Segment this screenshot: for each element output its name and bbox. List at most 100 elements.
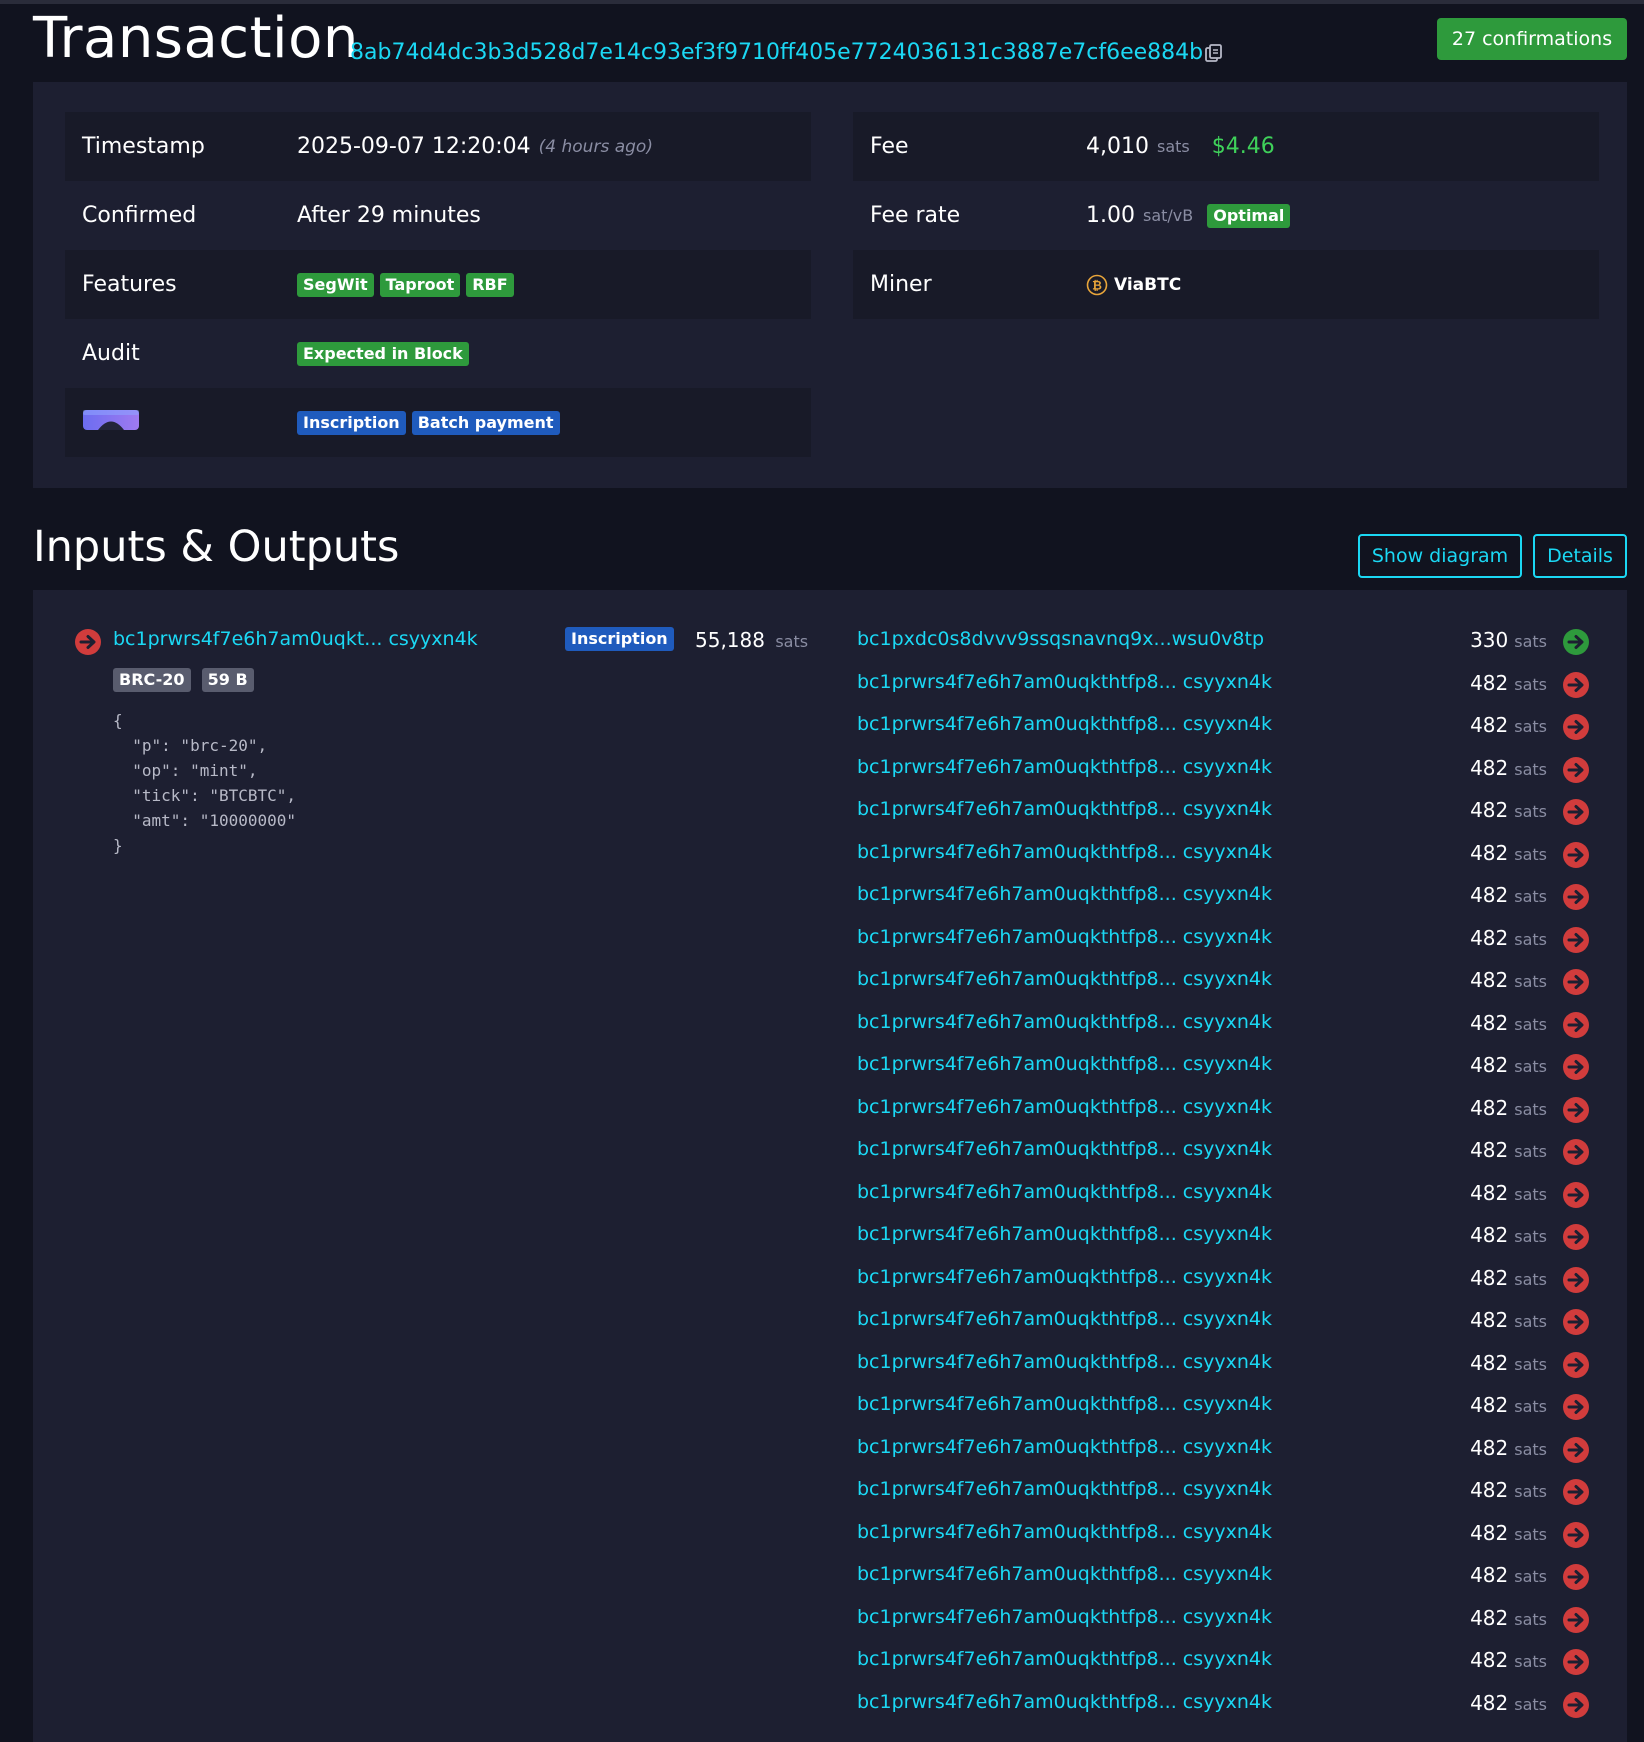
unspent-arrow-icon[interactable] bbox=[1562, 628, 1590, 660]
spent-arrow-icon[interactable] bbox=[1562, 1053, 1590, 1085]
spent-arrow-icon[interactable] bbox=[1562, 968, 1590, 1000]
spent-arrow-icon[interactable] bbox=[1562, 1181, 1590, 1213]
output-amount-unit: sats bbox=[1514, 1652, 1547, 1671]
output-address-link[interactable]: bc1prwrs4f7e6h7am0uqkthtfp8... csyyxn4k bbox=[857, 1393, 1272, 1415]
output-amount-unit: sats bbox=[1514, 1312, 1547, 1331]
output-address-link[interactable]: bc1prwrs4f7e6h7am0uqkthtfp8... csyyxn4k bbox=[857, 1011, 1272, 1033]
spent-arrow-icon[interactable] bbox=[1562, 798, 1590, 830]
spent-arrow-icon[interactable] bbox=[1562, 1563, 1590, 1595]
output-row: bc1prwrs4f7e6h7am0uqkthtfp8... csyyxn4k 4… bbox=[33, 1648, 1627, 1691]
spent-arrow-icon[interactable] bbox=[1562, 756, 1590, 788]
timestamp-row: Timestamp 2025-09-07 12:20:04 (4 hours a… bbox=[65, 112, 811, 181]
output-row: bc1prwrs4f7e6h7am0uqkthtfp8... csyyxn4k 4… bbox=[33, 798, 1627, 841]
output-amount-value: 482 bbox=[1470, 1648, 1509, 1672]
output-amount-value: 482 bbox=[1470, 1478, 1509, 1502]
spent-arrow-icon[interactable] bbox=[1562, 1691, 1590, 1723]
output-address-link[interactable]: bc1prwrs4f7e6h7am0uqkthtfp8... csyyxn4k bbox=[857, 841, 1272, 863]
output-amount: 482 sats bbox=[1470, 1351, 1547, 1375]
output-address-link[interactable]: bc1prwrs4f7e6h7am0uqkthtfp8... csyyxn4k bbox=[857, 1606, 1272, 1628]
output-amount-unit: sats bbox=[1514, 1439, 1547, 1459]
spent-arrow-icon[interactable] bbox=[1562, 1648, 1590, 1680]
details-button[interactable]: Details bbox=[1533, 534, 1627, 578]
output-address-link[interactable]: bc1prwrs4f7e6h7am0uqkthtfp8... csyyxn4k bbox=[857, 713, 1272, 735]
feature-tag-taproot[interactable]: Taproot bbox=[379, 272, 461, 297]
inputs-outputs-title: Inputs & Outputs bbox=[33, 522, 400, 572]
output-address-link[interactable]: bc1prwrs4f7e6h7am0uqkthtfp8... csyyxn4k bbox=[857, 1478, 1272, 1500]
spent-arrow-icon[interactable] bbox=[1562, 883, 1590, 915]
output-address-link[interactable]: bc1prwrs4f7e6h7am0uqkthtfp8... csyyxn4k bbox=[857, 1521, 1272, 1543]
audit-tag[interactable]: Expected in Block bbox=[297, 341, 469, 366]
output-address-link[interactable]: bc1prwrs4f7e6h7am0uqkthtfp8... csyyxn4k bbox=[857, 1053, 1272, 1075]
output-address-link[interactable]: bc1prwrs4f7e6h7am0uqkthtfp8... csyyxn4k bbox=[857, 926, 1272, 948]
spent-arrow-icon[interactable] bbox=[1562, 1096, 1590, 1128]
timestamp-value-wrap: 2025-09-07 12:20:04 (4 hours ago) bbox=[297, 134, 653, 159]
spent-arrow-icon[interactable] bbox=[1562, 841, 1590, 873]
output-amount-value: 482 bbox=[1470, 1350, 1509, 1375]
output-amount: 482 sats bbox=[1470, 968, 1547, 992]
spent-arrow-icon[interactable] bbox=[1562, 1266, 1590, 1298]
miner-name[interactable]: ViaBTC bbox=[1114, 275, 1181, 295]
copy-icon[interactable] bbox=[1203, 42, 1225, 64]
audit-label: Audit bbox=[82, 341, 140, 366]
output-row: bc1prwrs4f7e6h7am0uqkthtfp8... csyyxn4k 4… bbox=[33, 841, 1627, 884]
output-amount: 482 sats bbox=[1470, 926, 1547, 950]
svg-text:₿: ₿ bbox=[1092, 278, 1102, 292]
feature-tag-rbf[interactable]: RBF bbox=[466, 272, 514, 297]
output-address-link[interactable]: bc1prwrs4f7e6h7am0uqkthtfp8... csyyxn4k bbox=[857, 1648, 1272, 1670]
output-amount-unit: sats bbox=[1514, 1099, 1547, 1119]
output-row: bc1prwrs4f7e6h7am0uqkthtfp8... csyyxn4k 4… bbox=[33, 1053, 1627, 1096]
show-diagram-button[interactable]: Show diagram bbox=[1358, 534, 1522, 578]
output-amount-unit: sats bbox=[1514, 1524, 1547, 1544]
output-amount-value: 482 bbox=[1470, 1265, 1509, 1290]
output-address-link[interactable]: bc1prwrs4f7e6h7am0uqkthtfp8... csyyxn4k bbox=[857, 671, 1272, 693]
output-row: bc1prwrs4f7e6h7am0uqkthtfp8... csyyxn4k 4… bbox=[33, 1308, 1627, 1351]
output-address-link[interactable]: bc1prwrs4f7e6h7am0uqkthtfp8... csyyxn4k bbox=[857, 1691, 1272, 1713]
output-address-link[interactable]: bc1pxdc0s8dvvv9ssqsnavnq9x...wsu0v8tp bbox=[857, 628, 1264, 650]
spent-arrow-icon[interactable] bbox=[1562, 713, 1590, 745]
fee-rate-tag[interactable]: Optimal bbox=[1207, 203, 1291, 228]
output-address-link[interactable]: bc1prwrs4f7e6h7am0uqkthtfp8... csyyxn4k bbox=[857, 756, 1272, 778]
spent-arrow-icon[interactable] bbox=[1562, 1138, 1590, 1170]
output-address-link[interactable]: bc1prwrs4f7e6h7am0uqkthtfp8... csyyxn4k bbox=[857, 1436, 1272, 1458]
page-title: Transaction bbox=[33, 6, 359, 71]
output-amount: 482 sats bbox=[1470, 1521, 1547, 1545]
output-address-link[interactable]: bc1prwrs4f7e6h7am0uqkthtfp8... csyyxn4k bbox=[857, 1223, 1272, 1245]
tag-inscription[interactable]: Inscription bbox=[297, 410, 406, 435]
fee-label: Fee bbox=[870, 134, 909, 159]
details-table-right: Fee 4,010 sats $4.46 Fee rate 1.00 sat/v… bbox=[853, 112, 1599, 319]
output-address-link[interactable]: bc1prwrs4f7e6h7am0uqkthtfp8... csyyxn4k bbox=[857, 1308, 1272, 1330]
spent-arrow-icon[interactable] bbox=[1562, 1308, 1590, 1340]
output-amount-unit: sats bbox=[1514, 972, 1547, 991]
output-row: bc1prwrs4f7e6h7am0uqkthtfp8... csyyxn4k 4… bbox=[33, 1096, 1627, 1139]
output-amount: 482 sats bbox=[1470, 713, 1547, 737]
output-row: bc1prwrs4f7e6h7am0uqkthtfp8... csyyxn4k 4… bbox=[33, 671, 1627, 714]
spent-arrow-icon[interactable] bbox=[1562, 1351, 1590, 1383]
spent-arrow-icon[interactable] bbox=[1562, 1606, 1590, 1638]
spent-arrow-icon[interactable] bbox=[1562, 1436, 1590, 1468]
output-row: bc1prwrs4f7e6h7am0uqkthtfp8... csyyxn4k 4… bbox=[33, 1436, 1627, 1479]
spent-arrow-icon[interactable] bbox=[1562, 1478, 1590, 1510]
spent-arrow-icon[interactable] bbox=[1562, 1223, 1590, 1255]
tag-batch-payment[interactable]: Batch payment bbox=[411, 410, 560, 435]
output-address-link[interactable]: bc1prwrs4f7e6h7am0uqkthtfp8... csyyxn4k bbox=[857, 1351, 1272, 1373]
spent-arrow-icon[interactable] bbox=[1562, 1011, 1590, 1043]
output-address-link[interactable]: bc1prwrs4f7e6h7am0uqkthtfp8... csyyxn4k bbox=[857, 1563, 1272, 1585]
feature-tag-segwit[interactable]: SegWit bbox=[297, 272, 374, 297]
output-amount: 482 sats bbox=[1470, 1053, 1547, 1077]
output-address-link[interactable]: bc1prwrs4f7e6h7am0uqkthtfp8... csyyxn4k bbox=[857, 968, 1272, 990]
output-address-link[interactable]: bc1prwrs4f7e6h7am0uqkthtfp8... csyyxn4k bbox=[857, 883, 1272, 905]
output-address-link[interactable]: bc1prwrs4f7e6h7am0uqkthtfp8... csyyxn4k bbox=[857, 1181, 1272, 1203]
output-amount-unit: sats bbox=[1514, 1482, 1547, 1501]
output-address-link[interactable]: bc1prwrs4f7e6h7am0uqkthtfp8... csyyxn4k bbox=[857, 798, 1272, 820]
output-row: bc1prwrs4f7e6h7am0uqkthtfp8... csyyxn4k 4… bbox=[33, 1011, 1627, 1054]
miner-value[interactable]: ₿ ViaBTC bbox=[1086, 274, 1181, 296]
spent-arrow-icon[interactable] bbox=[1562, 1393, 1590, 1425]
transaction-id-link[interactable]: 8ab74d4dc3b3d528d7e14c93ef3f9710ff405e77… bbox=[350, 40, 1203, 65]
confirmed-label: Confirmed bbox=[82, 203, 197, 228]
output-address-link[interactable]: bc1prwrs4f7e6h7am0uqkthtfp8... csyyxn4k bbox=[857, 1138, 1272, 1160]
spent-arrow-icon[interactable] bbox=[1562, 1521, 1590, 1553]
output-address-link[interactable]: bc1prwrs4f7e6h7am0uqkthtfp8... csyyxn4k bbox=[857, 1096, 1272, 1118]
output-address-link[interactable]: bc1prwrs4f7e6h7am0uqkthtfp8... csyyxn4k bbox=[857, 1266, 1272, 1288]
spent-arrow-icon[interactable] bbox=[1562, 926, 1590, 958]
spent-arrow-icon[interactable] bbox=[1562, 671, 1590, 703]
